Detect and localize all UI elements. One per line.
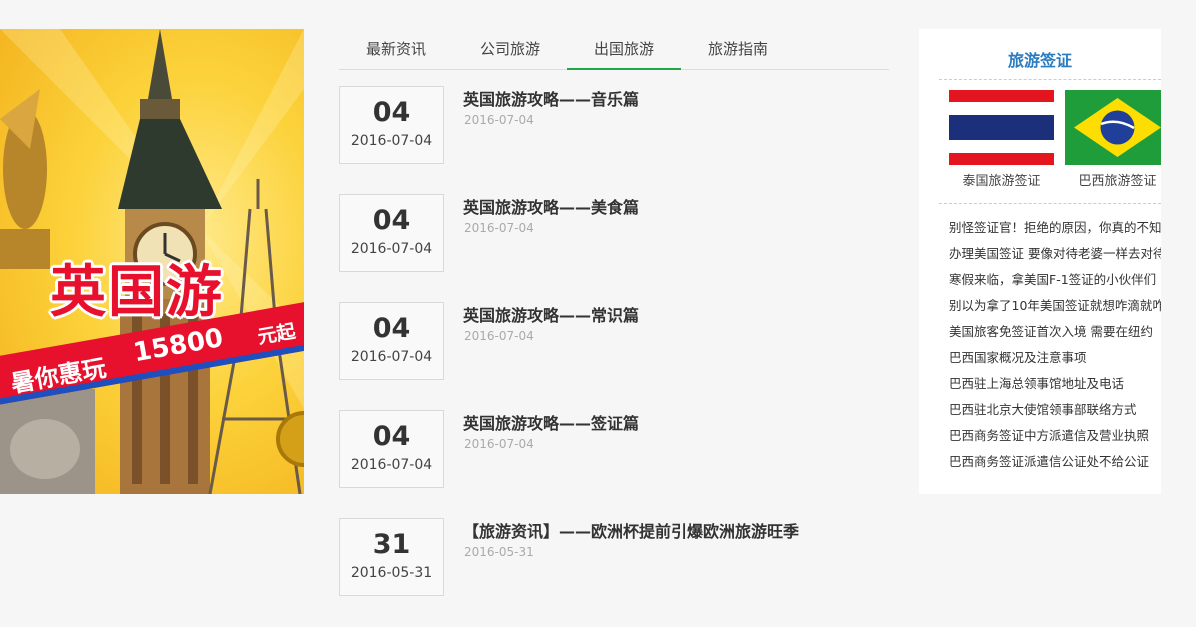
list-item: 31 2016-05-31 【旅游资讯】——欧洲杯提前引爆欧洲旅游旺季 2016… [339, 518, 899, 598]
news-title-link[interactable]: 英国旅游攻略——常识篇 [463, 302, 639, 326]
visa-article-link[interactable]: 别怪签证官！拒绝的原因，你真的不知道 [949, 215, 1161, 241]
visa-article-link[interactable]: 巴西商务签证中方派遣信及营业执照 [949, 423, 1161, 449]
tab-outbound-travel[interactable]: 出国旅游 [567, 29, 681, 70]
date-box: 31 2016-05-31 [339, 518, 444, 596]
news-tabs: 最新资讯 公司旅游 出国旅游 旅游指南 [339, 29, 889, 70]
date-box: 04 2016-07-04 [339, 410, 444, 488]
brazil-visa-link[interactable]: 巴西旅游签证 [1065, 170, 1161, 189]
brazil-flag-icon[interactable] [1065, 90, 1161, 165]
news-date: 2016-07-04 [464, 221, 534, 235]
date-full: 2016-07-04 [350, 241, 433, 257]
news-title-link[interactable]: 英国旅游攻略——音乐篇 [463, 86, 639, 110]
visa-article-link[interactable]: 巴西驻上海总领事馆地址及电话 [949, 371, 1161, 397]
tab-travel-guide[interactable]: 旅游指南 [681, 29, 795, 70]
date-box: 04 2016-07-04 [339, 86, 444, 164]
date-box: 04 2016-07-04 [339, 302, 444, 380]
date-full: 2016-05-31 [350, 565, 433, 581]
tab-company-travel[interactable]: 公司旅游 [453, 29, 567, 70]
list-item: 04 2016-07-04 英国旅游攻略——美食篇 2016-07-04 [339, 194, 899, 274]
date-day: 04 [372, 97, 411, 128]
visa-article-list: 别怪签证官！拒绝的原因，你真的不知道 办理美国签证 要像对待老婆一样去对待 寒假… [949, 215, 1161, 475]
visa-article-link[interactable]: 寒假来临，拿美国F-1签证的小伙伴们 [949, 267, 1161, 293]
list-item: 04 2016-07-04 英国旅游攻略——签证篇 2016-07-04 [339, 410, 899, 490]
date-day: 04 [372, 421, 411, 452]
date-full: 2016-07-04 [350, 133, 433, 149]
visa-article-link[interactable]: 别以为拿了10年美国签证就想咋滴就咋滴 [949, 293, 1161, 319]
date-full: 2016-07-04 [350, 349, 433, 365]
promo-banner[interactable]: 英国游 暑你惠玩 15800 元起 [0, 29, 304, 494]
news-title-link[interactable]: 【旅游资讯】——欧洲杯提前引爆欧洲旅游旺季 [463, 518, 799, 542]
list-item: 04 2016-07-04 英国旅游攻略——音乐篇 2016-07-04 [339, 86, 899, 166]
visa-sidebar: 旅游签证 泰国旅游签证 巴西旅游签证 别怪签证官！拒绝的原因，你真的不知道 办理… [919, 29, 1161, 494]
news-title-link[interactable]: 英国旅游攻略——签证篇 [463, 410, 639, 434]
banner-price: 15800 [131, 323, 226, 369]
date-day: 04 [372, 313, 411, 344]
thailand-visa-link[interactable]: 泰国旅游签证 [949, 170, 1054, 189]
thailand-flag-icon[interactable] [949, 90, 1054, 165]
visa-article-link[interactable]: 巴西商务签证派遣信公证处不给公证 [949, 449, 1161, 475]
tab-latest-news[interactable]: 最新资讯 [339, 29, 453, 70]
sidebar-title: 旅游签证 [1007, 51, 1072, 70]
banner-title: 英国游 [50, 260, 224, 325]
divider [939, 79, 1161, 80]
news-date: 2016-05-31 [464, 545, 534, 559]
divider [939, 203, 1161, 204]
visa-article-link[interactable]: 巴西国家概况及注意事项 [949, 345, 1161, 371]
date-day: 04 [372, 205, 411, 236]
visa-article-link[interactable]: 美国旅客免签证首次入境 需要在纽约 [949, 319, 1161, 345]
date-full: 2016-07-04 [350, 457, 433, 473]
date-box: 04 2016-07-04 [339, 194, 444, 272]
date-day: 31 [372, 529, 411, 560]
news-date: 2016-07-04 [464, 437, 534, 451]
news-date: 2016-07-04 [464, 329, 534, 343]
list-item: 04 2016-07-04 英国旅游攻略——常识篇 2016-07-04 [339, 302, 899, 382]
banner-price-suffix: 元起 [256, 320, 298, 349]
visa-article-link[interactable]: 办理美国签证 要像对待老婆一样去对待 [949, 241, 1161, 267]
visa-article-link[interactable]: 巴西驻北京大使馆领事部联络方式 [949, 397, 1161, 423]
news-title-link[interactable]: 英国旅游攻略——美食篇 [463, 194, 639, 218]
news-date: 2016-07-04 [464, 113, 534, 127]
